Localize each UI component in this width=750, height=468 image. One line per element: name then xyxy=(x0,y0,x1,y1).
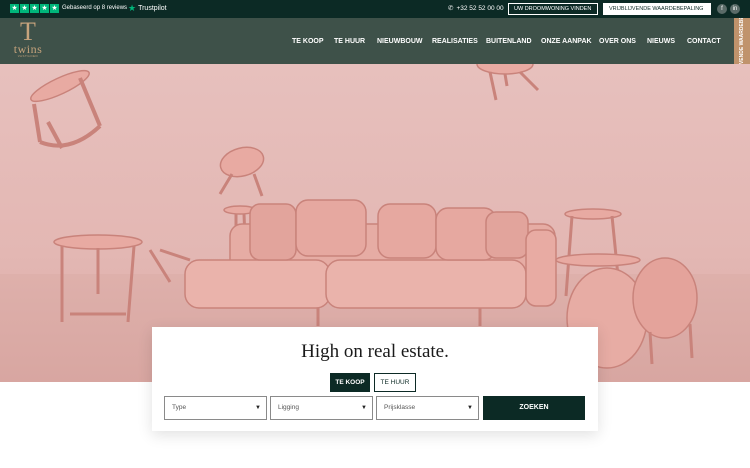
type-select-value: Type xyxy=(172,404,187,411)
valuation-button[interactable]: VRIJBLIJVENDE WAARDEBEPALING xyxy=(603,3,711,15)
linkedin-icon[interactable]: in xyxy=(730,4,740,14)
star-icon: ★ xyxy=(50,4,59,13)
chevron-down-icon: ▼ xyxy=(467,405,473,411)
nav-realisaties[interactable]: REALISATIES xyxy=(432,38,478,45)
star-icon: ★ xyxy=(40,4,49,13)
logo-word: twins xyxy=(13,42,43,56)
nav-nieuws[interactable]: NIEUWS xyxy=(647,38,675,45)
phone-link[interactable]: ✆ +32 52 52 00 00 xyxy=(448,4,504,13)
trustpilot-brand: Trustpilot xyxy=(138,5,167,12)
star-icon: ★ xyxy=(30,4,39,13)
twins-logo[interactable]: T twins VASTGOED xyxy=(8,17,48,62)
type-select[interactable]: Type ▼ xyxy=(164,396,267,420)
nav-contact[interactable]: CONTACT xyxy=(687,38,721,45)
price-select-value: Prijsklasse xyxy=(384,404,416,411)
phone-number: +32 52 52 00 00 xyxy=(456,4,504,12)
logo-letter: T xyxy=(20,17,36,46)
location-select-value: Ligging xyxy=(278,404,299,411)
tab-te-koop[interactable]: TE KOOP xyxy=(330,373,370,392)
search-panel: High on real estate. TE KOOP TE HUUR Typ… xyxy=(152,327,598,431)
nav-te-koop[interactable]: TE KOOP xyxy=(292,38,324,45)
trustpilot-star-icon: ★ xyxy=(128,3,137,13)
trustpilot-review-count[interactable]: Gebaseerd op 8 reviews xyxy=(62,5,127,11)
star-icon: ★ xyxy=(10,4,19,13)
trustpilot-stars[interactable]: ★ ★ ★ ★ ★ xyxy=(10,4,59,13)
nav-onze-aanpak[interactable]: ONZE AANPAK xyxy=(541,38,592,45)
star-icon: ★ xyxy=(20,4,29,13)
price-select[interactable]: Prijsklasse ▼ xyxy=(376,396,479,420)
phone-icon: ✆ xyxy=(448,5,454,12)
chevron-down-icon: ▼ xyxy=(255,405,261,411)
find-dream-home-button[interactable]: UW DROOMWONING VINDEN xyxy=(508,3,598,15)
location-select[interactable]: Ligging ▼ xyxy=(270,396,373,420)
trustpilot-logo[interactable]: ★ Trustpilot xyxy=(128,4,167,13)
chevron-down-icon: ▼ xyxy=(361,405,367,411)
nav-over-ons[interactable]: OVER ONS xyxy=(599,38,636,45)
facebook-icon[interactable]: f xyxy=(717,4,727,14)
nav-te-huur[interactable]: TE HUUR xyxy=(334,38,365,45)
nav-buitenland[interactable]: BUITENLAND xyxy=(486,38,532,45)
search-button[interactable]: ZOEKEN xyxy=(483,396,585,420)
tab-te-huur[interactable]: TE HUUR xyxy=(374,373,416,392)
nav-nieuwbouw[interactable]: NIEUWBOUW xyxy=(377,38,423,45)
hero-title: High on real estate. xyxy=(301,341,449,362)
main-navigation: T twins VASTGOED TE KOOP TE HUUR NIEUWBO… xyxy=(0,18,750,64)
top-bar: ★ ★ ★ ★ ★ Gebaseerd op 8 reviews ★ Trust… xyxy=(0,0,750,18)
